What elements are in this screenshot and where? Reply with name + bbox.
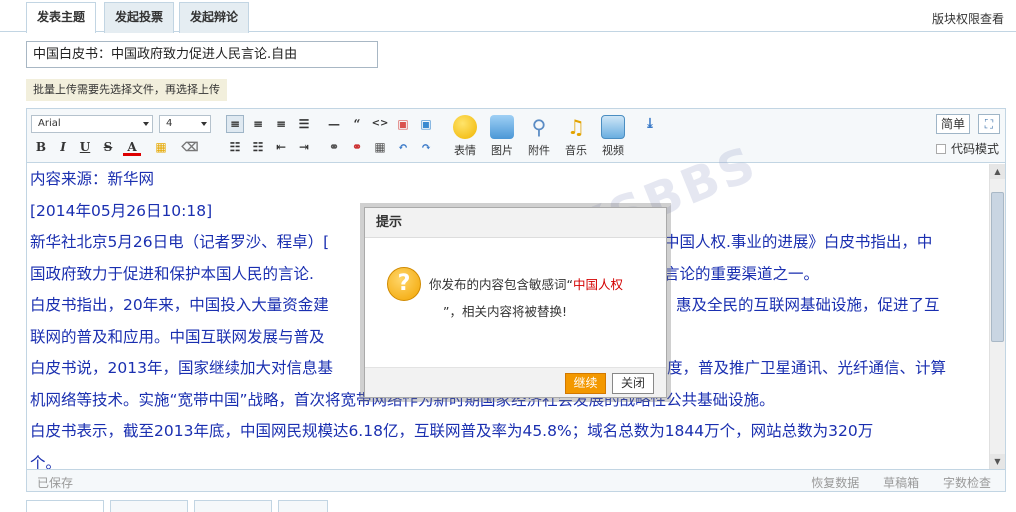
code-mode-toggle[interactable]: 代码模式	[936, 140, 999, 157]
continue-button[interactable]: 继续	[565, 373, 606, 394]
image-label: 图片	[491, 144, 513, 157]
redo-icon[interactable]: ↷	[417, 138, 435, 156]
align-center-icon[interactable]: ≡	[249, 115, 267, 133]
paperclip-icon: ⚲	[531, 115, 547, 139]
dialog-footer: 继续 关闭	[365, 367, 666, 397]
font-color-icon[interactable]: A	[123, 138, 141, 156]
strikethrough-icon[interactable]: S	[99, 138, 117, 156]
fullscreen-icon[interactable]: ⛶	[978, 114, 1000, 134]
dialog-message: 你发布的内容包含敏感词“中国人权 ”，相关内容将被替换!	[429, 271, 654, 325]
bold-icon[interactable]: B	[32, 138, 50, 156]
attachment-label: 附件	[528, 144, 550, 157]
attachment-button[interactable]: ⚲ 附件	[522, 113, 556, 161]
font-family-select[interactable]: Arial	[31, 115, 153, 133]
simple-mode-button[interactable]: 简单	[936, 114, 970, 134]
batch-upload-tip: 批量上传需要先选择文件，再选择上传	[26, 79, 227, 101]
bottom-tabs	[26, 500, 426, 512]
eraser-icon[interactable]: ⌫	[181, 138, 199, 156]
unordered-list-icon[interactable]: ☷	[249, 138, 267, 156]
code-mode-checkbox[interactable]	[936, 144, 946, 154]
content-line-left: 国政府致力于促进和保护本国人民的言论.	[30, 264, 314, 283]
sensitive-keyword: 中国人权	[572, 277, 623, 292]
word-count-link[interactable]: 字数检查	[943, 476, 991, 490]
tab-new-poll[interactable]: 发起投票	[104, 2, 175, 33]
music-button[interactable]: ♫ 音乐	[559, 113, 593, 161]
content-line-right: 惠及全民的互联网基础设施，促进了互	[676, 296, 940, 314]
video-label: 视频	[602, 144, 624, 157]
image-icon	[490, 115, 514, 139]
font-size-select[interactable]: 4	[159, 115, 211, 133]
dialog-title: 提示	[365, 208, 666, 238]
tab-new-topic[interactable]: 发表主题	[26, 2, 97, 33]
sensitive-word-dialog: 提示 ? 你发布的内容包含敏感词“中国人权 ”，相关内容将被替换! 继续 关闭	[364, 207, 667, 398]
content-line-left: 白皮书指出，20年来，中国投入大量资金建	[30, 296, 329, 314]
scrollbar-thumb[interactable]	[991, 192, 1004, 342]
unlink-icon[interactable]: ⚭	[348, 138, 366, 156]
content-line: 个。	[30, 453, 62, 470]
italic-icon[interactable]: I	[54, 138, 72, 156]
link-icon[interactable]: ⚭	[325, 138, 343, 156]
post-type-tabs: 发表主题 发起投票 发起辩论 版块权限查看	[0, 0, 1016, 33]
bottom-tab[interactable]	[278, 500, 328, 512]
editor-statusbar: 已保存 恢复数据 草稿箱 字数检查	[27, 469, 1005, 491]
content-line-right: 中国人权.事业的进展》白皮书指出，中	[664, 233, 933, 251]
bottom-tab[interactable]	[194, 500, 272, 512]
content-line-right: 言论的重要渠道之一。	[664, 264, 820, 283]
outdent-icon[interactable]: ⇤	[272, 138, 290, 156]
editor-toolbar: Arial 4 ≡ ≡ ≡ ☰ — “ <> ▣ ▣ B I U S A ▦ ⌫…	[27, 109, 1005, 163]
bottom-tab[interactable]	[110, 500, 188, 512]
download-icon[interactable]: ⤓	[641, 115, 659, 133]
status-links: 恢复数据 草稿箱 字数检查	[791, 474, 991, 491]
video-icon	[601, 115, 625, 139]
content-line-right: 度，普及推广卫星通讯、光纤通信、计算	[667, 359, 947, 377]
subject-input[interactable]: 中国白皮书：中国政府致力促进人民言论.自由	[26, 41, 378, 68]
music-label: 音乐	[565, 144, 587, 157]
font-family-value: Arial	[38, 118, 61, 129]
video-button[interactable]: 视频	[596, 113, 630, 161]
quote-icon[interactable]: “	[348, 115, 366, 133]
tab-new-debate[interactable]: 发起辩论	[179, 2, 250, 33]
underline-icon[interactable]: U	[76, 138, 94, 156]
forum-permission-link[interactable]: 版块权限查看	[932, 10, 1004, 27]
drafts-link[interactable]: 草稿箱	[883, 476, 919, 490]
horizontal-rule-icon[interactable]: —	[325, 115, 343, 133]
code-icon[interactable]: <>	[371, 115, 389, 133]
undo-icon[interactable]: ↶	[394, 138, 412, 156]
free-content-icon[interactable]: ▣	[394, 115, 412, 133]
background-color-icon[interactable]: ▦	[152, 138, 170, 156]
content-line: 白皮书表示，截至2013年底，中国网民规模达6.18亿，互联网普及率为45.8%…	[30, 422, 874, 440]
font-size-value: 4	[166, 118, 173, 129]
save-status: 已保存	[37, 476, 74, 490]
hide-content-icon[interactable]: ▣	[417, 115, 435, 133]
emoticon-label: 表情	[454, 144, 476, 157]
restore-data-link[interactable]: 恢复数据	[811, 476, 859, 490]
dialog-message-suffix: ”，相关内容将被替换!	[443, 304, 567, 319]
smiley-icon	[453, 115, 477, 139]
align-justify-icon[interactable]: ☰	[295, 115, 313, 133]
content-line-left: 白皮书说，2013年，国家继续加大对信息基	[30, 359, 333, 377]
scroll-up-icon[interactable]: ▲	[990, 164, 1005, 179]
chevron-down-icon	[143, 122, 149, 126]
question-icon: ?	[387, 267, 421, 301]
align-right-icon[interactable]: ≡	[272, 115, 290, 133]
dialog-message-prefix: 你发布的内容包含敏感词“	[429, 277, 573, 292]
close-button[interactable]: 关闭	[612, 373, 654, 394]
content-line-left: 新华社北京5月26日电（记者罗沙、程卓）[	[30, 233, 330, 251]
scroll-down-icon[interactable]: ▼	[990, 454, 1005, 469]
table-icon[interactable]: ▦	[371, 138, 389, 156]
bottom-tab[interactable]	[26, 500, 104, 512]
chevron-down-icon	[201, 122, 207, 126]
align-left-icon[interactable]: ≡	[226, 115, 244, 133]
indent-icon[interactable]: ⇥	[295, 138, 313, 156]
emoticon-button[interactable]: 表情	[448, 113, 482, 161]
post-editor-page: 发表主题 发起投票 发起辩论 版块权限查看 中国白皮书：中国政府致力促进人民言论…	[0, 0, 1016, 512]
ordered-list-icon[interactable]: ☷	[226, 138, 244, 156]
content-line: 内容来源：新华网	[30, 170, 155, 188]
editor-scrollbar[interactable]: ▲ ▼	[989, 164, 1005, 469]
code-mode-label: 代码模式	[951, 142, 1000, 156]
music-note-icon: ♫	[567, 115, 585, 139]
image-button[interactable]: 图片	[485, 113, 519, 161]
